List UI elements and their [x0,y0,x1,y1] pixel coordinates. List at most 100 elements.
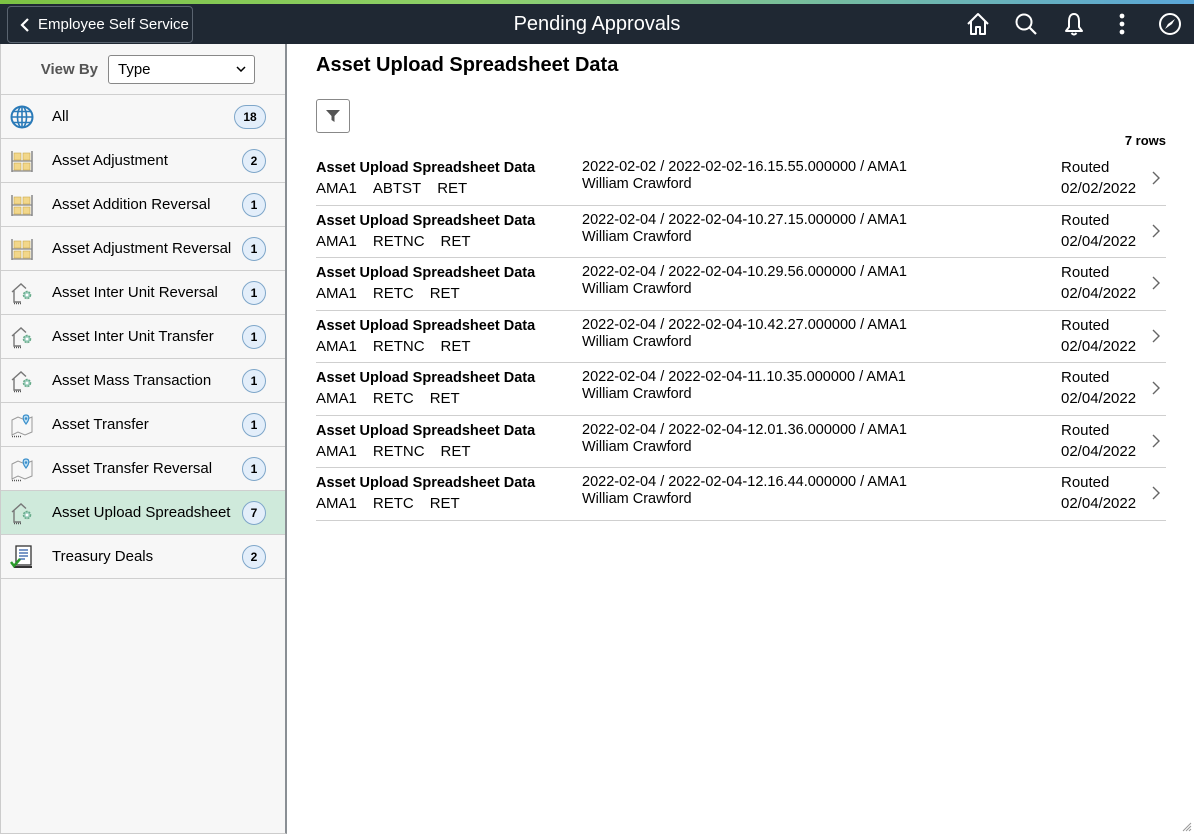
row-code: RETC [372,495,414,512]
row-date: 02/04/2022 [1061,337,1137,355]
row-code: RET [437,180,468,197]
row-date: 02/02/2022 [1061,180,1137,197]
approval-row[interactable]: Asset Upload Spreadsheet Data AMA1 ABTST RE… [316,153,1166,206]
chevron-right-icon [1152,381,1160,395]
row-codes: AMA1 ABTST RET [316,180,576,197]
row-title: Asset Upload Spreadsheet Data [316,370,536,386]
row-reference: 2022-02-04 / 2022-02-04-10.29.56.000000 … [582,264,907,280]
filter-icon [326,110,340,122]
more-actions-icon [1119,13,1125,35]
row-reference: 2022-02-04 / 2022-02-04-12.16.44.000000 … [582,474,907,490]
approval-list: Asset Upload Spreadsheet Data AMA1 ABTST RE… [316,153,1166,521]
row-code: RET [429,495,460,512]
sidebar-item-asset-addition-reversal[interactable]: Asset Addition Reversal 1 [1,183,285,227]
row-code: RETNC [372,232,425,250]
row-status: Routed [1061,369,1110,386]
approval-row[interactable]: Asset Upload Spreadsheet Data AMA1 RETC RET… [316,363,1166,416]
row-code: AMA1 [316,495,357,512]
chevron-right-icon [1152,276,1160,290]
sidebar-item-asset-transfer-reversal[interactable]: Asset Transfer Reversal 1 [1,447,285,491]
count-badge: 2 [242,149,266,173]
house-gear-icon [2,491,42,535]
notifications-button[interactable] [1050,4,1098,44]
row-code: ABTST [372,180,422,197]
row-reference: 2022-02-04 / 2022-02-04-10.27.15.000000 … [582,211,907,228]
home-icon [967,13,989,35]
globe-icon [2,95,42,139]
back-button[interactable]: Employee Self Service [7,6,193,43]
chevron-down-icon [236,66,246,72]
row-title: Asset Upload Spreadsheet Data [316,422,536,439]
back-button-label: Employee Self Service [38,16,189,33]
view-by-select[interactable]: Type [108,54,255,84]
row-code: AMA1 [316,390,357,407]
count-badge: 1 [242,281,266,305]
row-requester: William Crawford [582,228,692,245]
row-code: RET [440,232,471,250]
chevron-right-icon [1152,434,1160,447]
count-badge: 18 [234,105,266,129]
row-requester: William Crawford [582,281,692,297]
row-reference: 2022-02-02 / 2022-02-02-16.15.55.000000 … [582,159,907,175]
row-status: Routed [1061,474,1110,491]
sidebar-item-asset-adjustment-reversal[interactable]: Asset Adjustment Reversal 1 [1,227,285,271]
row-code: AMA1 [316,285,357,302]
row-code: AMA1 [316,442,357,460]
filter-button[interactable] [316,99,350,133]
row-code: RETNC [372,337,425,355]
row-date: 02/04/2022 [1061,390,1137,407]
sidebar-item-asset-transfer[interactable]: Asset Transfer 1 [1,403,285,447]
row-count: 7 rows [1124,133,1166,148]
notification-bell-icon [1065,13,1083,36]
sidebar-item-all[interactable]: All 18 [1,95,285,139]
approval-row[interactable]: Asset Upload Spreadsheet Data AMA1 RETC RET… [316,468,1166,521]
sidebar-item-asset-mass-transaction[interactable]: Asset Mass Transaction 1 [1,359,285,403]
main-content: Asset Upload Spreadsheet Data 7 rows Ass… [316,44,1166,521]
sidebar-item-asset-inter-unit-reversal[interactable]: Asset Inter Unit Reversal 1 [1,271,285,315]
row-status: Routed [1061,421,1110,439]
approval-row[interactable]: Asset Upload Spreadsheet Data AMA1 RETNC RE… [316,206,1166,258]
row-requester: William Crawford [582,491,692,507]
chevron-right-icon [1152,224,1160,237]
row-status: Routed [1061,316,1110,334]
approval-row[interactable]: Asset Upload Spreadsheet Data AMA1 RETNC RE… [316,416,1166,468]
row-code: RET [440,337,471,355]
row-reference: 2022-02-04 / 2022-02-04-12.01.36.000000 … [582,421,907,438]
count-badge: 1 [242,237,266,261]
view-by-value: Type [118,60,151,78]
count-badge: 1 [242,369,266,393]
sidebar-item-treasury-deals[interactable]: Treasury Deals 2 [1,535,285,579]
row-codes: AMA1 RETNC RET [316,338,576,355]
row-code: AMA1 [316,337,357,355]
sidebar-item-asset-inter-unit-transfer[interactable]: Asset Inter Unit Transfer 1 [1,315,285,359]
row-title: Asset Upload Spreadsheet Data [316,212,536,229]
approval-row[interactable]: Asset Upload Spreadsheet Data AMA1 RETNC RE… [316,311,1166,363]
actions-menu-button[interactable] [1098,4,1146,44]
search-button[interactable] [1002,4,1050,44]
row-codes: AMA1 RETC RET [316,285,576,302]
count-badge: 1 [242,413,266,437]
row-title: Asset Upload Spreadsheet Data [316,265,536,281]
shelf-icon [2,227,42,271]
house-gear-icon [2,315,42,359]
approval-row[interactable]: Asset Upload Spreadsheet Data AMA1 RETC RET… [316,258,1166,311]
resize-grip-icon[interactable] [1180,820,1192,832]
count-badge: 1 [242,457,266,481]
row-requester: William Crawford [582,176,692,192]
map-pin-icon [2,403,42,447]
sidebar-item-asset-upload-spreadsheet[interactable]: Asset Upload Spreadsheet 7 [1,491,285,535]
section-title: Asset Upload Spreadsheet Data [316,54,619,76]
navbar-button[interactable] [1146,4,1194,44]
view-by-row: View By Type [1,44,285,95]
sidebar-item-asset-adjustment[interactable]: Asset Adjustment 2 [1,139,285,183]
row-codes: AMA1 RETC RET [316,495,576,512]
home-button[interactable] [954,4,1002,44]
house-gear-icon [2,359,42,403]
count-badge: 1 [242,325,266,349]
house-gear-icon [2,271,42,315]
row-code: RETC [372,390,414,407]
row-code: AMA1 [316,180,357,197]
row-codes: AMA1 RETNC RET [316,233,576,250]
row-title: Asset Upload Spreadsheet Data [316,160,536,176]
row-date: 02/04/2022 [1061,495,1137,512]
